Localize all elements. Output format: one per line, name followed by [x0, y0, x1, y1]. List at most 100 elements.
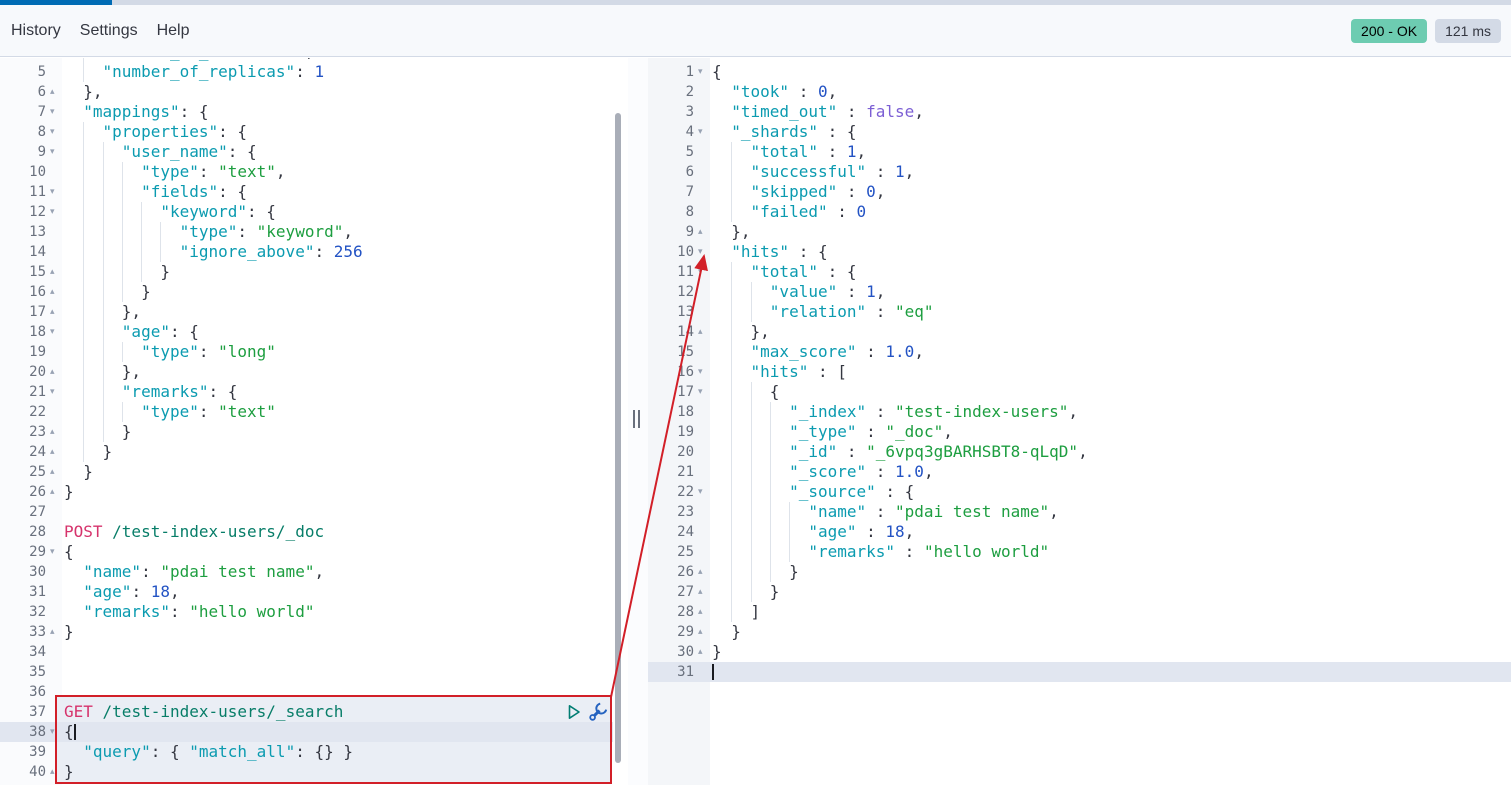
- response-line-8[interactable]: 8"failed" : 0: [648, 202, 1511, 222]
- request-line-28[interactable]: 28POST /test-index-users/_doc: [0, 522, 613, 542]
- response-line-1[interactable]: 1▾{: [648, 62, 1511, 82]
- response-line-11[interactable]: 11▾"total" : {: [648, 262, 1511, 282]
- response-line-4[interactable]: 4▾"_shards" : {: [648, 122, 1511, 142]
- response-line-6[interactable]: 6"successful" : 1,: [648, 162, 1511, 182]
- fold-toggle-icon[interactable]: ▴: [46, 262, 64, 282]
- request-line-21[interactable]: 21▾"remarks": {: [0, 382, 613, 402]
- request-line-26[interactable]: 26▴}: [0, 482, 613, 502]
- fold-toggle-icon[interactable]: ▾: [694, 262, 712, 282]
- fold-toggle-icon[interactable]: ▾: [46, 722, 64, 742]
- response-line-9[interactable]: 9▴},: [648, 222, 1511, 242]
- fold-toggle-icon[interactable]: ▾: [694, 242, 712, 262]
- response-line-5[interactable]: 5"total" : 1,: [648, 142, 1511, 162]
- request-line-7[interactable]: 7▾"mappings": {: [0, 102, 613, 122]
- request-line-8[interactable]: 8▾"properties": {: [0, 122, 613, 142]
- request-line-16[interactable]: 16▴}: [0, 282, 613, 302]
- send-request-button[interactable]: [565, 703, 583, 721]
- fold-toggle-icon[interactable]: ▴: [694, 222, 712, 242]
- menu-item-settings[interactable]: Settings: [80, 22, 138, 40]
- request-line-11[interactable]: 11▾"fields": {: [0, 182, 613, 202]
- fold-toggle-icon[interactable]: ▴: [46, 442, 64, 462]
- request-editor[interactable]: 4"number_of_shards": 1,5"number_of_repli…: [0, 58, 628, 785]
- request-line-5[interactable]: 5"number_of_replicas": 1: [0, 62, 613, 82]
- request-line-32[interactable]: 32"remarks": "hello world": [0, 602, 613, 622]
- request-line-19[interactable]: 19"type": "long": [0, 342, 613, 362]
- menu-item-history[interactable]: History: [11, 22, 61, 40]
- fold-toggle-icon[interactable]: ▴: [46, 482, 64, 502]
- response-line-13[interactable]: 13"relation" : "eq": [648, 302, 1511, 322]
- fold-toggle-icon[interactable]: ▾: [694, 482, 712, 502]
- response-line-22[interactable]: 22▾"_source" : {: [648, 482, 1511, 502]
- response-line-7[interactable]: 7"skipped" : 0,: [648, 182, 1511, 202]
- fold-toggle-icon[interactable]: ▾: [694, 62, 712, 82]
- response-line-23[interactable]: 23"name" : "pdai test name",: [648, 502, 1511, 522]
- request-line-29[interactable]: 29▾{: [0, 542, 613, 562]
- request-line-25[interactable]: 25▴}: [0, 462, 613, 482]
- request-line-23[interactable]: 23▴}: [0, 422, 613, 442]
- response-line-24[interactable]: 24"age" : 18,: [648, 522, 1511, 542]
- request-line-10[interactable]: 10"type": "text",: [0, 162, 613, 182]
- response-line-31[interactable]: 31: [648, 662, 1511, 682]
- request-line-40[interactable]: 40▴}: [0, 762, 613, 782]
- request-line-20[interactable]: 20▴},: [0, 362, 613, 382]
- menu-item-help[interactable]: Help: [157, 22, 190, 40]
- request-line-27[interactable]: 27: [0, 502, 613, 522]
- request-line-12[interactable]: 12▾"keyword": {: [0, 202, 613, 222]
- request-line-15[interactable]: 15▴}: [0, 262, 613, 282]
- fold-toggle-icon[interactable]: ▾: [694, 122, 712, 142]
- fold-toggle-icon[interactable]: ▴: [46, 282, 64, 302]
- fold-toggle-icon[interactable]: ▾: [46, 382, 64, 402]
- request-line-14[interactable]: 14"ignore_above": 256: [0, 242, 613, 262]
- request-line-37[interactable]: 37GET /test-index-users/_search: [0, 702, 613, 722]
- response-line-27[interactable]: 27▴}: [648, 582, 1511, 602]
- fold-toggle-icon[interactable]: ▾: [46, 542, 64, 562]
- fold-toggle-icon[interactable]: ▾: [46, 142, 64, 162]
- fold-toggle-icon[interactable]: ▴: [694, 622, 712, 642]
- fold-toggle-icon[interactable]: ▴: [46, 82, 64, 102]
- response-line-29[interactable]: 29▴}: [648, 622, 1511, 642]
- request-line-18[interactable]: 18▾"age": {: [0, 322, 613, 342]
- request-line-38[interactable]: 38▾{: [0, 722, 613, 742]
- response-line-16[interactable]: 16▾"hits" : [: [648, 362, 1511, 382]
- request-line-35[interactable]: 35: [0, 662, 613, 682]
- response-line-28[interactable]: 28▴]: [648, 602, 1511, 622]
- response-line-10[interactable]: 10▾"hits" : {: [648, 242, 1511, 262]
- response-line-17[interactable]: 17▾{: [648, 382, 1511, 402]
- response-line-19[interactable]: 19"_type" : "_doc",: [648, 422, 1511, 442]
- response-line-21[interactable]: 21"_score" : 1.0,: [648, 462, 1511, 482]
- fold-toggle-icon[interactable]: ▴: [694, 322, 712, 342]
- fold-toggle-icon[interactable]: ▴: [694, 642, 712, 662]
- fold-toggle-icon[interactable]: ▴: [46, 622, 64, 642]
- response-line-3[interactable]: 3"timed_out" : false,: [648, 102, 1511, 122]
- request-line-13[interactable]: 13"type": "keyword",: [0, 222, 613, 242]
- response-line-18[interactable]: 18"_index" : "test-index-users",: [648, 402, 1511, 422]
- request-line-36[interactable]: 36: [0, 682, 613, 702]
- fold-toggle-icon[interactable]: ▴: [46, 362, 64, 382]
- request-line-6[interactable]: 6▴},: [0, 82, 613, 102]
- request-editor-scrollbar[interactable]: [615, 113, 621, 763]
- fold-toggle-icon[interactable]: ▾: [694, 382, 712, 402]
- fold-toggle-icon[interactable]: ▴: [46, 462, 64, 482]
- fold-toggle-icon[interactable]: ▾: [46, 122, 64, 142]
- request-line-33[interactable]: 33▴}: [0, 622, 613, 642]
- request-line-39[interactable]: 39"query": { "match_all": {} }: [0, 742, 613, 762]
- response-line-30[interactable]: 30▴}: [648, 642, 1511, 662]
- fold-toggle-icon[interactable]: ▴: [694, 582, 712, 602]
- request-line-9[interactable]: 9▾"user_name": {: [0, 142, 613, 162]
- fold-toggle-icon[interactable]: ▴: [694, 562, 712, 582]
- request-line-17[interactable]: 17▴},: [0, 302, 613, 322]
- fold-toggle-icon[interactable]: ▾: [46, 322, 64, 342]
- response-line-25[interactable]: 25"remarks" : "hello world": [648, 542, 1511, 562]
- fold-toggle-icon[interactable]: ▾: [46, 202, 64, 222]
- response-editor[interactable]: 1▾{2"took" : 0,3"timed_out" : false,4▾"_…: [648, 58, 1511, 785]
- response-line-15[interactable]: 15"max_score" : 1.0,: [648, 342, 1511, 362]
- response-line-20[interactable]: 20"_id" : "_6vpq3gBARHSBT8-qLqD",: [648, 442, 1511, 462]
- request-options-button[interactable]: [587, 701, 605, 719]
- request-line-24[interactable]: 24▴}: [0, 442, 613, 462]
- divider-drag-handle[interactable]: [631, 410, 643, 428]
- request-line-34[interactable]: 34: [0, 642, 613, 662]
- panel-divider[interactable]: [628, 58, 648, 785]
- response-line-12[interactable]: 12"value" : 1,: [648, 282, 1511, 302]
- fold-toggle-icon[interactable]: ▴: [694, 602, 712, 622]
- fold-toggle-icon[interactable]: ▾: [46, 182, 64, 202]
